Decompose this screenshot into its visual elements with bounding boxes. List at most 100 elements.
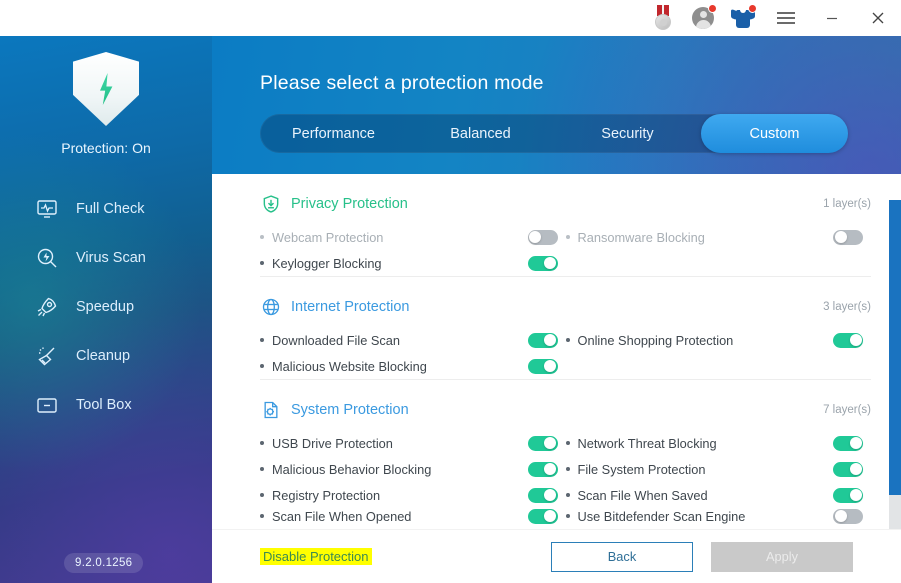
menu-icon[interactable] xyxy=(763,0,809,36)
protection-mode-switch: Performance Balanced Security Custom xyxy=(260,114,848,153)
bullet-icon xyxy=(260,493,264,497)
close-button[interactable] xyxy=(855,0,901,36)
section-layers: 1 layer(s) xyxy=(823,198,871,210)
scrollbar-track-rest[interactable] xyxy=(889,495,901,529)
sidebar-item-tool-box[interactable]: Tool Box xyxy=(0,380,212,429)
feature-label: Network Threat Blocking xyxy=(577,435,717,451)
sidebar-item-full-check[interactable]: Full Check xyxy=(0,184,212,233)
sidebar-item-label: Full Check xyxy=(76,200,145,217)
apply-button[interactable]: Apply xyxy=(711,541,853,572)
toggle-network-threat-blocking[interactable] xyxy=(833,435,863,451)
account-icon[interactable] xyxy=(683,0,723,36)
table-row: Webcam Protection Ransomware Blocking xyxy=(260,224,871,250)
bullet-icon xyxy=(565,441,570,445)
feature-label: Ransomware Blocking xyxy=(577,229,705,245)
toggle-webcam-protection[interactable] xyxy=(527,229,558,245)
minimize-button[interactable] xyxy=(809,0,855,36)
toggle-online-shopping-protection[interactable] xyxy=(833,332,863,348)
section-header: Privacy Protection 1 layer(s) xyxy=(260,193,871,215)
back-button[interactable]: Back xyxy=(551,541,693,572)
bullet-icon xyxy=(565,235,570,239)
bullet-icon xyxy=(565,514,570,518)
feature-label: Downloaded File Scan xyxy=(272,332,401,348)
app-window: 360 TOTAL SECURITY Protection: On Full C… xyxy=(0,0,901,583)
section-title: System Protection xyxy=(291,402,409,418)
toggle-keylogger-blocking[interactable] xyxy=(527,255,558,271)
content-scrollbar[interactable] xyxy=(889,174,901,529)
section-rows: Webcam Protection Ransomware Blocking Ke… xyxy=(260,224,871,276)
toggle-scan-file-when-saved[interactable] xyxy=(833,487,863,503)
feature-cell: Ransomware Blocking xyxy=(565,229,872,245)
account-badge xyxy=(708,4,717,13)
toggle-scan-file-when-opened[interactable] xyxy=(527,508,558,524)
skin-icon[interactable] xyxy=(723,0,763,36)
table-row: Keylogger Blocking xyxy=(260,250,871,276)
toggle-ransomware-blocking[interactable] xyxy=(833,229,863,245)
tab-label: Security xyxy=(601,125,654,142)
document-gear-icon xyxy=(260,399,282,421)
version-badge: 9.2.0.1256 xyxy=(64,553,144,573)
title-bar xyxy=(0,0,901,36)
shield-download-icon xyxy=(260,193,282,215)
feature-label: Malicious Website Blocking xyxy=(272,358,427,374)
sidebar-item-label: Virus Scan xyxy=(76,249,146,266)
bullet-icon xyxy=(565,338,570,342)
toolbox-icon xyxy=(34,392,60,418)
feature-label: USB Drive Protection xyxy=(272,435,393,451)
skin-badge xyxy=(748,4,757,13)
bullet-icon xyxy=(565,467,570,471)
footer-buttons: Back Apply xyxy=(551,541,853,572)
feature-label: File System Protection xyxy=(577,461,706,477)
toggle-file-system-protection[interactable] xyxy=(833,461,863,477)
feature-cell: USB Drive Protection xyxy=(260,435,566,451)
table-row: Scan File When Opened Use Bitdefender Sc… xyxy=(260,508,871,524)
tab-performance[interactable]: Performance xyxy=(260,114,407,153)
feature-cell: Network Threat Blocking xyxy=(565,435,872,451)
protection-shield: Protection: On xyxy=(0,52,212,156)
sidebar-item-label: Speedup xyxy=(76,298,135,315)
title-bar-actions xyxy=(643,0,901,36)
section-rows: Downloaded File Scan Online Shopping Pro… xyxy=(260,327,871,379)
section-header: Internet Protection 3 layer(s) xyxy=(260,296,871,318)
toggle-usb-drive-protection[interactable] xyxy=(527,435,558,451)
page-title: Please select a protection mode xyxy=(260,72,544,94)
scrollbar-thumb[interactable] xyxy=(889,200,901,495)
bolt-glyph xyxy=(100,73,113,105)
tab-label: Performance xyxy=(291,125,375,142)
toggle-registry-protection[interactable] xyxy=(527,487,558,503)
table-row: Registry Protection Scan File When Saved xyxy=(260,482,871,508)
bullet-icon xyxy=(260,364,264,368)
feature-label: Malicious Behavior Blocking xyxy=(272,461,432,477)
tab-custom[interactable]: Custom xyxy=(701,114,848,153)
sidebar-item-speedup[interactable]: Speedup xyxy=(0,282,212,331)
bullet-icon xyxy=(565,493,570,497)
disable-protection-link[interactable]: Disable Protection xyxy=(260,548,372,565)
section-rows: USB Drive Protection Network Threat Bloc… xyxy=(260,430,871,524)
tab-balanced[interactable]: Balanced xyxy=(407,114,554,153)
feature-cell: Online Shopping Protection xyxy=(565,332,872,348)
bullet-icon xyxy=(260,441,264,445)
sidebar-item-cleanup[interactable]: Cleanup xyxy=(0,331,212,380)
tab-security[interactable]: Security xyxy=(554,114,701,153)
toggle-downloaded-file-scan[interactable] xyxy=(527,332,558,348)
toggle-malicious-website-blocking[interactable] xyxy=(527,358,558,374)
sidebar-item-virus-scan[interactable]: Virus Scan xyxy=(0,233,212,282)
medal-icon[interactable] xyxy=(643,0,683,36)
toggle-use-bitdefender-scan-engine[interactable] xyxy=(833,508,863,524)
protection-status: Protection: On xyxy=(61,140,151,156)
feature-label: Webcam Protection xyxy=(272,229,384,245)
bullet-icon xyxy=(260,235,264,239)
feature-cell: Malicious Behavior Blocking xyxy=(260,461,566,477)
monitor-pulse-icon xyxy=(34,196,60,222)
content-area: Privacy Protection 1 layer(s) Webcam Pro… xyxy=(212,174,901,583)
feature-cell: Keylogger Blocking xyxy=(260,255,566,271)
toggle-malicious-behavior-blocking[interactable] xyxy=(527,461,558,477)
globe-icon xyxy=(260,296,282,318)
section-title: Privacy Protection xyxy=(291,196,408,212)
protection-list: Privacy Protection 1 layer(s) Webcam Pro… xyxy=(212,174,901,529)
feature-label: Use Bitdefender Scan Engine xyxy=(577,508,746,524)
feature-cell: Use Bitdefender Scan Engine xyxy=(565,508,872,524)
feature-label: Keylogger Blocking xyxy=(272,255,382,271)
sidebar-nav: Full Check Virus Scan Speedup Cleanup To… xyxy=(0,184,212,429)
section-title: Internet Protection xyxy=(291,299,410,315)
